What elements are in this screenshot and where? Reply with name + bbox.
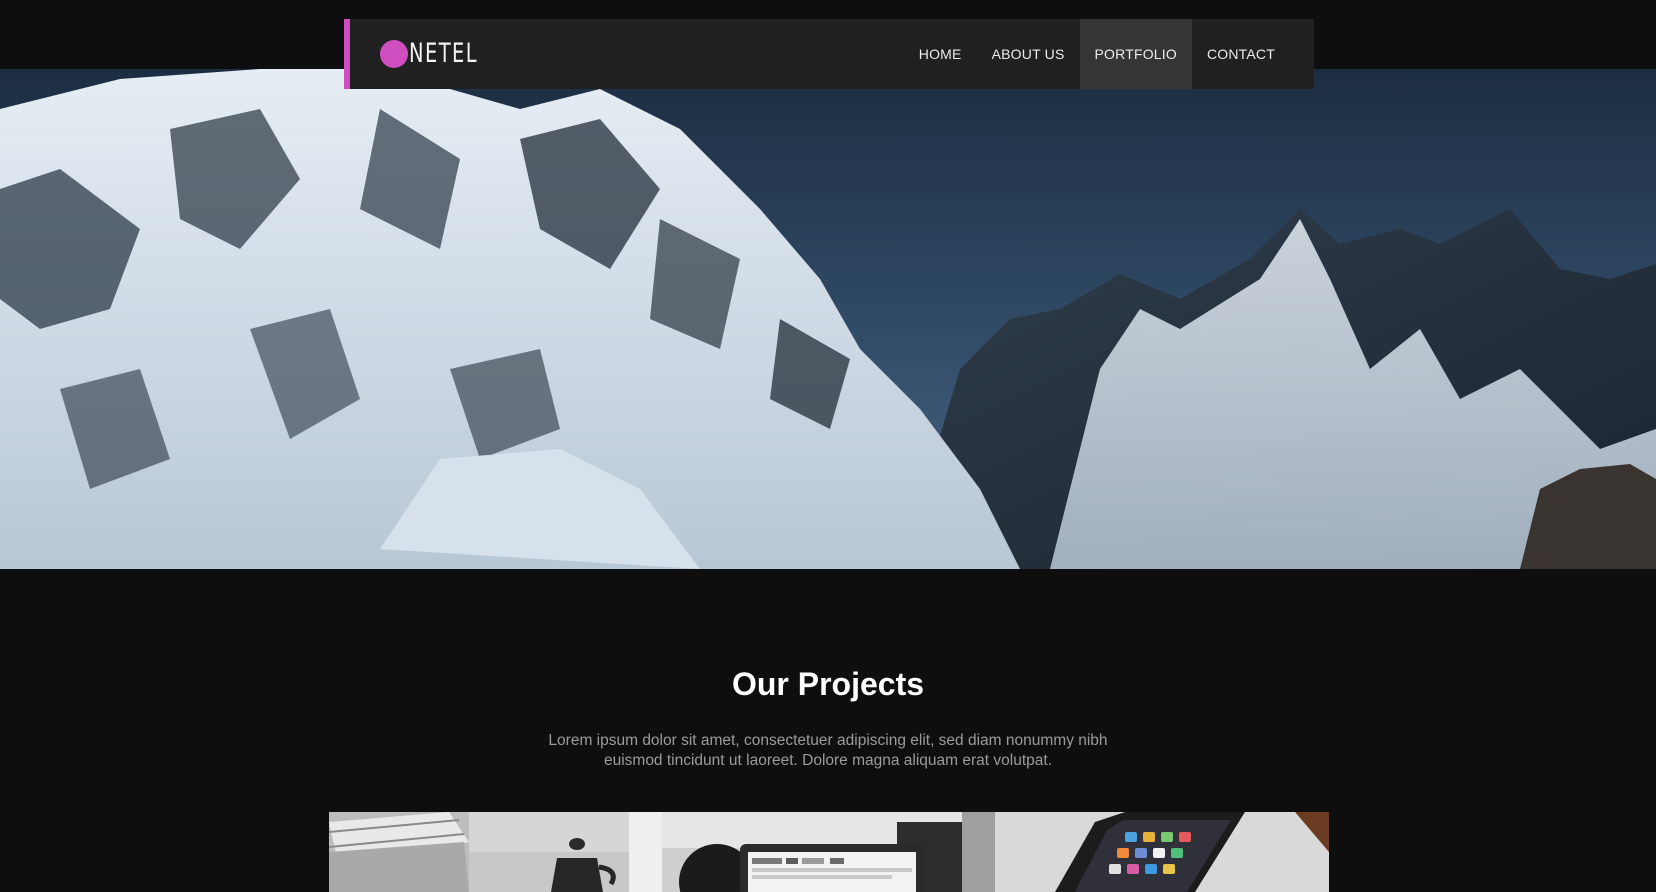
projects-description: Lorem ipsum dolor sit amet, consectetuer…	[548, 732, 1108, 769]
nav-item-about-us[interactable]: ABOUT US	[977, 19, 1080, 89]
mountain-illustration	[0, 69, 1656, 569]
smartphone-image	[995, 812, 1329, 892]
projects-title: Our Projects	[731, 666, 925, 702]
projects-gallery	[329, 812, 1329, 892]
nav-item-contact[interactable]: CONTACT	[1192, 19, 1290, 89]
navbar-accent-bar	[344, 19, 350, 89]
logo[interactable]: NETEL	[380, 40, 505, 68]
nav-item-home[interactable]: HOME	[904, 19, 977, 89]
logo-text: NETEL	[409, 38, 479, 69]
magazines-coffee-pot-image	[329, 812, 662, 892]
navbar: NETEL HOME ABOUT US PORTFOLIO CONTACT	[344, 19, 1314, 89]
nav-menu: HOME ABOUT US PORTFOLIO CONTACT	[904, 19, 1314, 89]
project-thumbnail-magazines[interactable]	[329, 812, 662, 892]
person-laptop-image	[662, 812, 995, 892]
logo-circle-icon	[380, 40, 408, 68]
nav-item-portfolio[interactable]: PORTFOLIO	[1079, 19, 1192, 89]
project-thumbnail-smartphone[interactable]	[995, 812, 1329, 892]
hero-image	[0, 69, 1656, 569]
project-thumbnail-laptop[interactable]	[662, 812, 995, 892]
